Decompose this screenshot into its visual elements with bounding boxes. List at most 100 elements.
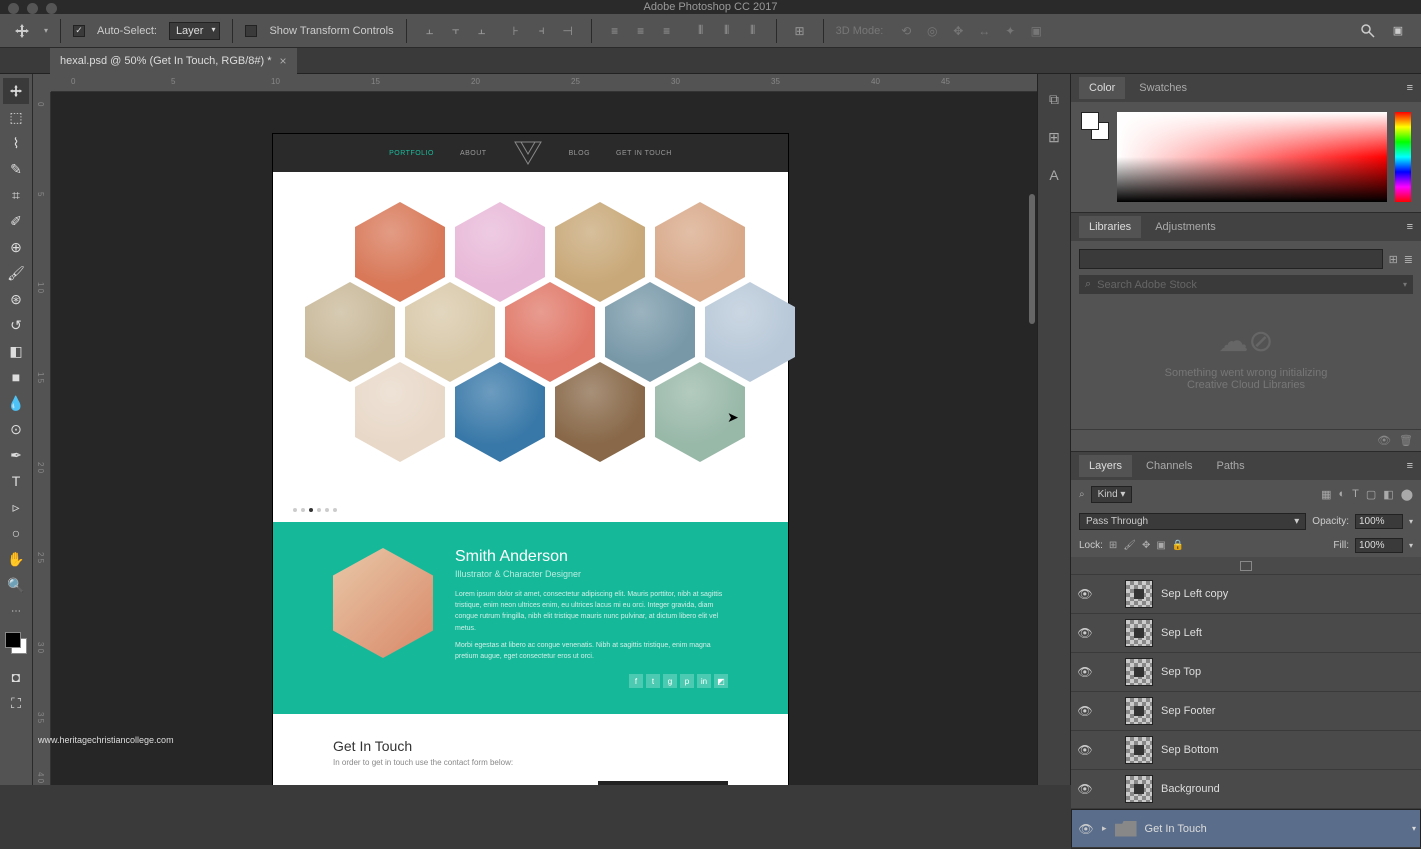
filter-shape-icon[interactable]: ▢ <box>1366 488 1376 501</box>
document-tab[interactable]: hexal.psd @ 50% (Get In Touch, RGB/8#) *… <box>50 48 297 74</box>
auto-select-checkbox[interactable]: ✓ <box>73 25 85 37</box>
align-left-icon[interactable]: ⊦ <box>505 20 527 42</box>
distribute-hcenter-icon[interactable]: ⦀ <box>716 20 738 42</box>
eraser-tool[interactable]: ◧ <box>3 338 29 364</box>
search-dropdown-icon[interactable]: ▾ <box>1403 280 1407 289</box>
filter-smart-icon[interactable]: ◧ <box>1383 488 1393 501</box>
brush-tool[interactable]: 🖌 <box>3 260 29 286</box>
layer-row[interactable] <box>1071 557 1421 575</box>
library-search[interactable]: ⌕ Search Adobe Stock ▾ <box>1079 275 1413 294</box>
hue-slider[interactable] <box>1395 112 1411 202</box>
properties-panel-icon[interactable]: ⊞ <box>1041 120 1067 154</box>
fill-input[interactable]: 100% <box>1355 538 1403 553</box>
foreground-color-swatch[interactable] <box>5 632 21 648</box>
pen-tool[interactable]: ✒ <box>3 442 29 468</box>
layer-group-row[interactable]: 👁▸Get In Touch <box>1071 809 1421 848</box>
blur-tool[interactable]: 💧 <box>3 390 29 416</box>
shape-tool[interactable]: ○ <box>3 520 29 546</box>
paths-tab[interactable]: Paths <box>1207 455 1255 477</box>
history-panel-icon[interactable]: ⧉ <box>1041 82 1067 116</box>
blend-mode-dropdown[interactable]: Pass Through ▾ <box>1079 513 1306 530</box>
filter-search-icon[interactable]: ⌕ <box>1079 489 1085 500</box>
hand-tool[interactable]: ✋ <box>3 546 29 572</box>
healing-tool[interactable]: ⊕ <box>3 234 29 260</box>
visibility-icon[interactable]: 👁 <box>1077 587 1093 601</box>
search-icon[interactable] <box>1357 20 1379 42</box>
clone-tool[interactable]: ⊛ <box>3 286 29 312</box>
color-tab[interactable]: Color <box>1079 77 1125 99</box>
auto-select-dropdown[interactable]: Layer <box>169 22 221 40</box>
lock-artboard-icon[interactable]: ▣ <box>1156 540 1165 551</box>
eyedropper-tool[interactable]: ✐ <box>3 208 29 234</box>
color-fgbg-swatch[interactable] <box>1081 112 1109 140</box>
type-tool[interactable]: T <box>3 468 29 494</box>
edit-toolbar-icon[interactable]: ⋯ <box>3 598 29 624</box>
visibility-icon[interactable]: 👁 <box>1077 782 1093 796</box>
close-tab-icon[interactable]: × <box>280 54 287 68</box>
layer-row[interactable]: 👁Background <box>1071 770 1421 809</box>
libraries-tab[interactable]: Libraries <box>1079 216 1141 238</box>
opacity-dropdown-icon[interactable]: ▾ <box>1409 517 1413 526</box>
foreground-background-swatch[interactable] <box>3 630 29 656</box>
lock-pixels-icon[interactable]: 🖌 <box>1123 540 1136 551</box>
lib-trash-icon[interactable]: 🗑 <box>1399 434 1413 447</box>
layer-row[interactable]: 👁Sep Footer <box>1071 692 1421 731</box>
visibility-icon[interactable]: 👁 <box>1078 822 1094 836</box>
dodge-tool[interactable]: ⊙ <box>3 416 29 442</box>
distribute-bottom-icon[interactable]: ≡ <box>656 20 678 42</box>
vertical-ruler[interactable]: 0 5 1 0 1 5 2 0 2 5 3 0 3 5 4 0 <box>33 92 51 785</box>
align-bottom-icon[interactable]: ⫠ <box>471 20 493 42</box>
visibility-icon[interactable]: 👁 <box>1077 626 1093 640</box>
workspace-icon[interactable]: ▣ <box>1387 20 1409 42</box>
zoom-tool[interactable]: 🔍 <box>3 572 29 598</box>
filter-pixel-icon[interactable]: ▦ <box>1321 488 1331 501</box>
layer-row[interactable]: 👁Sep Bottom <box>1071 731 1421 770</box>
distribute-left-icon[interactable]: ⦀ <box>690 20 712 42</box>
grid-view-icon[interactable]: ⊞ <box>1389 253 1398 266</box>
document-canvas[interactable]: PORTFOLIO ABOUT BLOG GET IN TOUCH Smith … <box>273 134 788 785</box>
layer-row[interactable]: 👁Sep Left <box>1071 614 1421 653</box>
align-right-icon[interactable]: ⊣ <box>557 20 579 42</box>
distribute-right-icon[interactable]: ⦀ <box>742 20 764 42</box>
gradient-tool[interactable]: ■ <box>3 364 29 390</box>
panel-menu-icon[interactable]: ≡ <box>1407 221 1413 233</box>
tool-preset-dropdown-icon[interactable]: ▾ <box>44 26 48 35</box>
horizontal-ruler[interactable]: 0 5 10 15 20 25 30 35 40 45 <box>51 74 1037 92</box>
close-window-icon[interactable] <box>8 3 19 14</box>
layers-tab[interactable]: Layers <box>1079 455 1132 477</box>
filter-type-dropdown[interactable]: Kind ▾ <box>1091 486 1133 503</box>
visibility-icon[interactable]: 👁 <box>1077 704 1093 718</box>
align-top-icon[interactable]: ⫠ <box>419 20 441 42</box>
canvas-area[interactable]: 0 5 10 15 20 25 30 35 40 45 0 5 1 0 1 5 … <box>33 74 1037 785</box>
channels-tab[interactable]: Channels <box>1136 455 1202 477</box>
lock-transparency-icon[interactable]: ⊞ <box>1109 540 1117 551</box>
move-tool[interactable] <box>3 78 29 104</box>
filter-type-icon[interactable]: T <box>1352 488 1359 501</box>
quickmask-tool[interactable]: ◘ <box>3 664 29 690</box>
layer-row[interactable]: 👁Sep Left copy <box>1071 575 1421 614</box>
auto-align-icon[interactable]: ⊞ <box>789 20 811 42</box>
visibility-icon[interactable]: 👁 <box>1077 665 1093 679</box>
character-panel-icon[interactable]: A <box>1041 158 1067 192</box>
library-select[interactable] <box>1079 249 1383 269</box>
chevron-right-icon[interactable]: ▸ <box>1102 823 1107 834</box>
minimize-window-icon[interactable] <box>27 3 38 14</box>
quick-select-tool[interactable]: ✎ <box>3 156 29 182</box>
align-vcenter-icon[interactable]: ⫟ <box>445 20 467 42</box>
panel-menu-icon[interactable]: ≡ <box>1407 460 1413 472</box>
lib-status-icon[interactable]: 👁 <box>1377 434 1391 447</box>
align-hcenter-icon[interactable]: ⫞ <box>531 20 553 42</box>
lock-all-icon[interactable]: 🔒 <box>1172 540 1184 551</box>
crop-tool[interactable]: ⌗ <box>3 182 29 208</box>
list-view-icon[interactable]: ≣ <box>1404 253 1413 266</box>
filter-toggle-icon[interactable]: ⬤ <box>1401 488 1413 501</box>
distribute-top-icon[interactable]: ≡ <box>604 20 626 42</box>
lasso-tool[interactable]: ⌇ <box>3 130 29 156</box>
zoom-window-icon[interactable] <box>46 3 57 14</box>
visibility-icon[interactable]: 👁 <box>1077 743 1093 757</box>
screenmode-tool[interactable]: ⛶ <box>3 690 29 716</box>
adjustments-tab[interactable]: Adjustments <box>1145 216 1226 238</box>
path-select-tool[interactable]: ▹ <box>3 494 29 520</box>
swatches-tab[interactable]: Swatches <box>1129 77 1197 99</box>
marquee-tool[interactable]: ⬚ <box>3 104 29 130</box>
